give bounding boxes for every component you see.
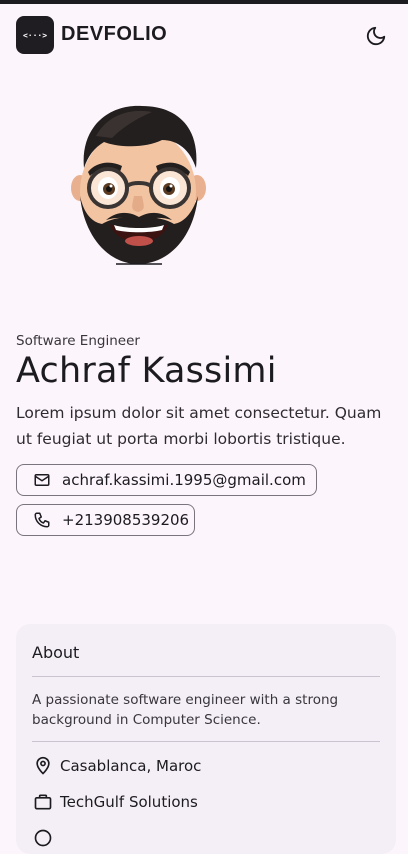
about-card: About A passionate software engineer wit… bbox=[16, 624, 396, 854]
email-text: achraf.kassimi.1995@gmail.com bbox=[62, 471, 306, 489]
profile-name: Achraf Kassimi bbox=[16, 351, 277, 391]
extra-row bbox=[32, 827, 60, 849]
theme-toggle-button[interactable] bbox=[362, 22, 390, 50]
company-row: TechGulf Solutions bbox=[32, 791, 198, 813]
email-chip[interactable]: achraf.kassimi.1995@gmail.com bbox=[16, 464, 317, 496]
job-title: Software Engineer bbox=[16, 333, 140, 349]
about-description: A passionate software engineer with a st… bbox=[32, 692, 339, 728]
clock-icon bbox=[32, 827, 54, 849]
mail-icon bbox=[33, 471, 51, 489]
location-pin-icon bbox=[32, 755, 54, 777]
phone-chip[interactable]: +213908539206 bbox=[16, 504, 195, 536]
profile-bio: Lorem ipsum dolor sit amet consectetur. … bbox=[16, 404, 382, 448]
location-row: Casablanca, Maroc bbox=[32, 755, 201, 777]
briefcase-icon bbox=[32, 791, 54, 813]
logo[interactable]: <···> bbox=[16, 16, 54, 54]
code-icon: <···> bbox=[22, 30, 48, 40]
phone-icon bbox=[33, 511, 51, 529]
about-divider-top bbox=[32, 676, 380, 677]
location-text: Casablanca, Maroc bbox=[60, 757, 202, 775]
company-text: TechGulf Solutions bbox=[60, 793, 198, 811]
moon-icon bbox=[366, 26, 386, 46]
about-title: About bbox=[32, 643, 80, 662]
brand-name[interactable]: DEVFOLIO bbox=[61, 23, 167, 46]
avatar bbox=[71, 105, 206, 265]
phone-text: +213908539206 bbox=[62, 511, 190, 529]
about-divider-bottom bbox=[32, 741, 380, 742]
app-header: <···> DEVFOLIO bbox=[0, 4, 408, 66]
